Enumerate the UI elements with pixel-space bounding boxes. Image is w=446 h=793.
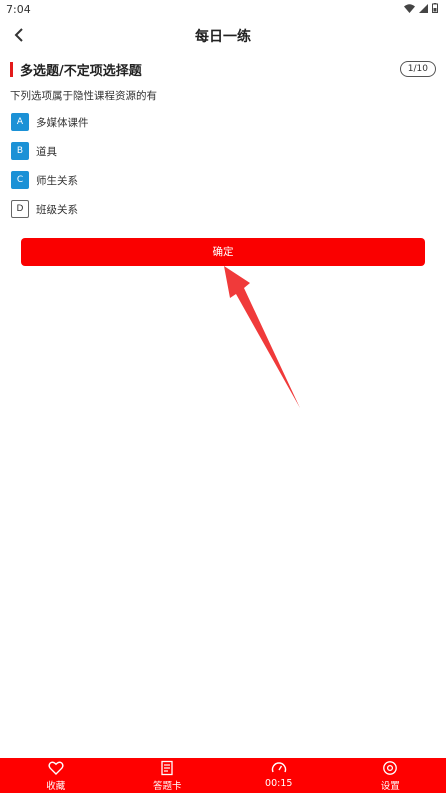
cellular-signal-icon	[419, 3, 428, 13]
page-title: 每日一练	[195, 29, 251, 45]
option-letter: A	[11, 113, 29, 131]
status-bar: 7:04	[0, 0, 446, 18]
answer-sheet-icon	[161, 760, 173, 776]
tab-settings[interactable]: 设置	[335, 758, 446, 793]
tab-label: 设置	[380, 781, 400, 792]
tab-label: 答题卡	[152, 781, 182, 792]
battery-icon	[432, 3, 438, 13]
option-text: 多媒体课件	[36, 117, 89, 129]
option-letter: C	[11, 171, 29, 189]
wifi-icon	[404, 3, 415, 13]
option-text: 班级关系	[36, 204, 78, 216]
accent-bar	[10, 62, 13, 77]
heart-icon	[48, 761, 64, 775]
option-letter: B	[11, 142, 29, 160]
app-bar: 每日一练	[0, 18, 446, 52]
option-text: 师生关系	[36, 175, 78, 187]
option-text: 道具	[36, 146, 57, 158]
option-b[interactable]: B 道具	[11, 142, 211, 160]
question-counter-badge: 1/10	[399, 61, 436, 77]
timer-value: 00:15	[265, 778, 293, 789]
option-c[interactable]: C 师生关系	[11, 171, 211, 189]
bottom-nav: 收藏 答题卡 00:15 设置	[0, 758, 446, 793]
option-a[interactable]: A 多媒体课件	[11, 113, 211, 131]
question-text: 下列选项属于隐性课程资源的有	[10, 90, 157, 102]
tab-favorite[interactable]: 收藏	[0, 758, 112, 793]
question-type: 多选题/不定项选择题	[20, 64, 142, 79]
confirm-button[interactable]: 确定	[21, 238, 425, 266]
tab-timer[interactable]: 00:15	[223, 758, 335, 793]
status-time: 7:04	[6, 3, 31, 16]
option-d[interactable]: D 班级关系	[11, 200, 211, 218]
timer-gauge-icon	[271, 762, 286, 773]
status-icons	[404, 3, 438, 13]
tab-answer-sheet[interactable]: 答题卡	[112, 758, 224, 793]
settings-icon	[383, 761, 398, 775]
tab-label: 收藏	[46, 781, 66, 792]
option-letter: D	[11, 200, 29, 218]
question-header: 多选题/不定项选择题 1/10	[10, 60, 436, 80]
